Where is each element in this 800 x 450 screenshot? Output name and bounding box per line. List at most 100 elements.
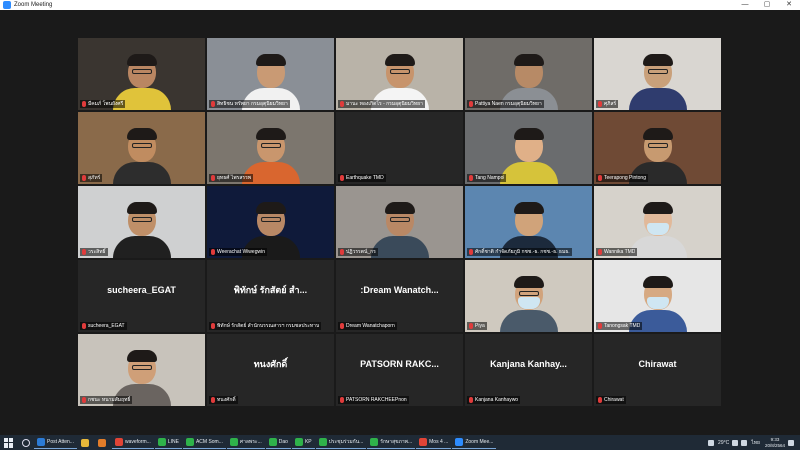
start-button[interactable]: [4, 437, 14, 448]
muted-mic-icon: [211, 323, 215, 329]
weather-temp[interactable]: 29°C: [718, 440, 729, 446]
weather-icon[interactable]: [708, 439, 715, 446]
participant-name-label: Tanongsak TMD: [596, 322, 643, 330]
participant-tile[interactable]: Earthquake TMD: [336, 112, 463, 184]
app-icon: [114, 438, 123, 446]
participant-name: พิทักษ์ รักสัตย์ สำนักบรรณสารฯ กรมชลประท…: [217, 323, 320, 329]
participant-tile[interactable]: Weerachat Wiwegwin: [207, 186, 334, 258]
participant-tile[interactable]: Wannika TMD: [594, 186, 721, 258]
language-indicator[interactable]: ไทย: [751, 439, 760, 447]
app-icon: [157, 438, 166, 446]
clock-date: 20/8/2564: [764, 442, 785, 448]
search-icon[interactable]: [22, 438, 30, 447]
notifications-icon[interactable]: [788, 439, 794, 446]
taskbar-app[interactable]: Mos 4 ...: [416, 436, 452, 449]
participant-tile[interactable]: พิทักษ์ รักสัตย์ สำ... พิทักษ์ รักสัตย์ ส…: [207, 260, 334, 332]
participant-name-label: พิทักษ์ รักสัตย์ สำนักบรรณสารฯ กรมชลประท…: [209, 322, 322, 330]
taskbar-app[interactable]: Post Atten...: [34, 436, 77, 449]
participant-tile[interactable]: Tanongsak TMD: [594, 260, 721, 332]
participant-tile[interactable]: Kanjana Kanhay... Kanjana Kanhaywo: [465, 334, 592, 406]
muted-mic-icon: [598, 397, 602, 403]
participant-tile[interactable]: วระสิทธิ์: [78, 186, 205, 258]
participant-tile[interactable]: กชนะ หนามสัมฤทธิ์: [78, 334, 205, 406]
participant-tile[interactable]: Tang Nampol: [465, 112, 592, 184]
muted-mic-icon: [211, 397, 215, 403]
participant-tile[interactable]: ศักดิ์ชาติ กำจัดภัยภูมิ กชช.-ธ. กชช.-ธ. …: [465, 186, 592, 258]
participant-tile[interactable]: สุภัทร์: [78, 112, 205, 184]
title-bar: Zoom Meeting — ▢ ✕: [0, 0, 800, 10]
participant-tile[interactable]: Pattiya Naen กรมอุตุนิยมวิทยา: [465, 38, 592, 110]
muted-mic-icon: [340, 101, 344, 107]
taskbar-app[interactable]: [95, 436, 111, 449]
muted-mic-icon: [469, 249, 473, 255]
muted-mic-icon: [598, 323, 602, 329]
taskbar-app[interactable]: ประชุมร่วมกัน...: [315, 436, 367, 449]
participant-tile[interactable]: Piya: [465, 260, 592, 332]
participant-video: [628, 54, 687, 110]
taskbar-app-label: KP: [304, 439, 312, 445]
taskbar-app-label: ประชุมร่วมกัน...: [328, 439, 364, 445]
taskbar-app[interactable]: ACM Som...: [182, 436, 226, 449]
participant-display-name: ทนงศักดิ์: [253, 359, 288, 369]
windows-taskbar: Post Atten... waveform... LINE ACM Som... ศา…: [0, 435, 800, 450]
participant-name: Tang Nampol: [475, 175, 505, 181]
muted-mic-icon: [82, 249, 86, 255]
participant-name: Wannika TMD: [604, 249, 636, 255]
clock[interactable]: 9:33 20/8/2564: [765, 437, 785, 449]
participant-tile[interactable]: :Dream Wanatch... Dream Wanatchaporn: [336, 260, 463, 332]
participant-tile[interactable]: ทนงศักดิ์ ทนงศักดิ์: [207, 334, 334, 406]
taskbar-app[interactable]: Dao: [265, 436, 291, 449]
taskbar-app[interactable]: ศาลพระ...: [226, 436, 265, 449]
participant-name: Piya: [475, 323, 485, 329]
participant-name-label: Dream Wanatchaporn: [338, 322, 397, 330]
participant-name: สิทธิชน ทรัพยา กรมอุตุนิยมวิทยา: [217, 101, 288, 107]
participant-display-name: [336, 112, 463, 172]
participant-name-label: Tang Nampol: [467, 174, 507, 182]
muted-mic-icon: [340, 323, 344, 329]
participant-tile[interactable]: Chirawat Chirawat: [594, 334, 721, 406]
minimize-button[interactable]: —: [734, 0, 756, 10]
participant-grid: มีคมภ์ โพนยังศรี สิทธิชน ทรัพยา กรมอุตุนิ…: [78, 38, 723, 418]
maximize-button[interactable]: ▢: [756, 0, 778, 10]
participant-tile[interactable]: มานะ ทองเกิดโร - กรมอุตุนิยมวิทยา: [336, 38, 463, 110]
participant-tile[interactable]: ปฏิวรรตน์_กร: [336, 186, 463, 258]
participant-name: ศักดิ์ชาติ กำจัดภัยภูมิ กชช.-ธ. กชช.-ธ. …: [475, 249, 570, 255]
participant-tile[interactable]: PATSORN RAKC... PATSORN RAKCHEEPnon: [336, 334, 463, 406]
app-icon: [455, 438, 464, 446]
taskbar-app[interactable]: LINE: [154, 436, 182, 449]
participant-display-name: พิทักษ์ รักสัตย์ สำ...: [233, 285, 308, 295]
volume-icon[interactable]: [741, 439, 748, 446]
participant-name-label: sucheera_EGAT: [80, 322, 127, 330]
muted-mic-icon: [598, 175, 602, 181]
participant-name-label: Earthquake TMD: [338, 174, 386, 182]
muted-mic-icon: [82, 175, 86, 181]
participant-name: ศุภิสร์: [604, 101, 617, 107]
participant-name: Pattiya Naen กรมอุตุนิยมวิทยา: [475, 101, 542, 107]
participant-display-name: :Dream Wanatch...: [360, 285, 439, 295]
window-controls: — ▢ ✕: [734, 0, 800, 10]
taskbar-app[interactable]: KP: [291, 436, 315, 449]
taskbar-app[interactable]: waveform...: [111, 436, 154, 449]
participant-name: ปฏิวรรตน์_กร: [346, 249, 376, 255]
participant-name: ยุทธศ์ ไพรสรรพ: [217, 175, 252, 181]
participant-name-label: Pattiya Naen กรมอุตุนิยมวิทยา: [467, 100, 544, 108]
participant-tile[interactable]: สิทธิชน ทรัพยา กรมอุตุนิยมวิทยา: [207, 38, 334, 110]
app-icon: [370, 438, 379, 446]
participant-tile[interactable]: มีคมภ์ โพนยังศรี: [78, 38, 205, 110]
taskbar-app[interactable]: Zoom Mee...: [452, 436, 497, 449]
app-icon: [419, 438, 428, 446]
close-button[interactable]: ✕: [778, 0, 800, 10]
taskbar-app[interactable]: รักษาสุขภาพ...: [367, 436, 416, 449]
participant-tile[interactable]: sucheera_EGAT sucheera_EGAT: [78, 260, 205, 332]
taskbar-app-label: รักษาสุขภาพ...: [380, 439, 413, 445]
participant-tile[interactable]: Teerapong Pintong: [594, 112, 721, 184]
participant-name-label: Piya: [467, 322, 487, 330]
network-icon[interactable]: [732, 439, 739, 446]
taskbar-app[interactable]: [78, 436, 94, 449]
participant-name-label: Kanjana Kanhaywo: [467, 396, 521, 404]
participant-name-label: ศุภิสร์: [596, 100, 619, 108]
window-title: Zoom Meeting: [14, 2, 53, 8]
participant-name-label: ยุทธศ์ ไพรสรรพ: [209, 174, 254, 182]
participant-tile[interactable]: ยุทธศ์ ไพรสรรพ: [207, 112, 334, 184]
participant-tile[interactable]: ศุภิสร์: [594, 38, 721, 110]
